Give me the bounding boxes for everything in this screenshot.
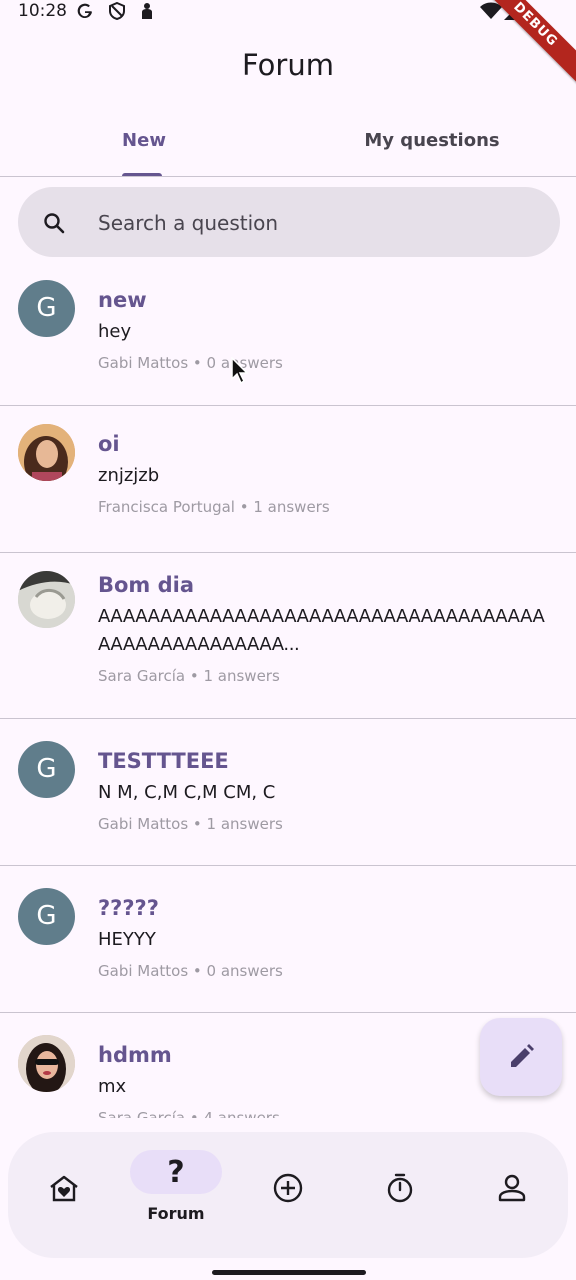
avatar: G	[18, 741, 75, 798]
status-bar: 10:28 DEBUG	[0, 0, 576, 86]
tab-new[interactable]: New	[0, 110, 288, 176]
question-body: AAAAAAAAAAAAAAAAAAAAAAAAAAAAAAAAAAAAAAAA…	[98, 606, 545, 655]
nav-profile[interactable]	[456, 1132, 568, 1258]
page-title: Forum	[242, 48, 334, 82]
avatar-photo	[18, 1035, 75, 1092]
question-meta: Gabi Mattos • 1 answers	[98, 815, 283, 833]
timer-icon	[387, 1173, 413, 1203]
bottom-navigation: ? Forum	[8, 1132, 568, 1258]
avatar-photo	[18, 424, 75, 481]
question-title: TESTTTEEE	[98, 749, 229, 773]
avatar: G	[18, 280, 75, 337]
new-question-fab[interactable]	[480, 1018, 562, 1096]
avatar-photo	[18, 571, 75, 628]
question-item[interactable]: G new hey Gabi Mattos • 0 answers	[0, 262, 576, 406]
question-item[interactable]: oi znjzjzb Francisca Portugal • 1 answer…	[0, 406, 576, 553]
shield-icon	[108, 2, 126, 20]
question-mark-icon: ?	[167, 1154, 185, 1190]
tab-indicator	[122, 173, 162, 176]
question-item[interactable]: Bom dia AAAAAAAAAAAAAAAAAAAAAAAAAAAAAAAA…	[0, 553, 576, 719]
question-item[interactable]: G ????? HEYYY Gabi Mattos • 0 answers	[0, 866, 576, 1013]
question-meta: Sara García • 4 answers	[98, 1109, 280, 1118]
avatar	[18, 571, 75, 628]
nav-add[interactable]	[232, 1132, 344, 1258]
question-meta: Francisca Portugal • 1 answers	[98, 498, 330, 516]
question-body: mx	[98, 1076, 127, 1097]
tab-my-questions[interactable]: My questions	[288, 110, 576, 176]
question-title: ?????	[98, 896, 159, 920]
question-body: hey	[98, 321, 132, 342]
question-title: oi	[98, 432, 120, 456]
nav-home[interactable]	[8, 1132, 120, 1258]
status-time: 10:28	[18, 1, 67, 21]
mouse-cursor-icon	[231, 357, 249, 385]
pencil-icon	[511, 1044, 534, 1067]
nav-forum[interactable]: ? Forum	[120, 1132, 232, 1258]
question-meta: Sara García • 1 answers	[98, 667, 280, 685]
question-title: Bom dia	[98, 573, 195, 597]
avatar	[18, 1035, 75, 1092]
question-body: HEYYY	[98, 929, 156, 950]
notification-figure-icon	[140, 2, 154, 20]
question-list: G new hey Gabi Mattos • 0 answers oi znj…	[0, 262, 576, 1118]
avatar: G	[18, 888, 75, 945]
question-title: hdmm	[98, 1043, 172, 1067]
search-icon	[44, 213, 65, 234]
question-item[interactable]: G TESTTTEEE N M, C,M C,M CM, C Gabi Matt…	[0, 719, 576, 866]
google-icon	[76, 2, 94, 20]
tab-bar: New My questions	[0, 110, 576, 177]
question-body: znjzjzb	[98, 465, 160, 486]
add-circle-icon	[273, 1173, 303, 1203]
question-title: new	[98, 288, 147, 312]
search-bar[interactable]	[18, 187, 560, 257]
question-meta: Gabi Mattos • 0 answers	[98, 354, 283, 372]
search-input[interactable]	[96, 202, 530, 244]
nav-timer[interactable]	[344, 1132, 456, 1258]
home-heart-icon	[50, 1175, 78, 1202]
question-meta: Gabi Mattos • 0 answers	[98, 962, 283, 980]
home-indicator[interactable]	[212, 1270, 366, 1275]
nav-label-forum: Forum	[147, 1204, 205, 1223]
question-body: N M, C,M C,M CM, C	[98, 782, 276, 803]
avatar	[18, 424, 75, 481]
person-icon	[498, 1174, 526, 1202]
